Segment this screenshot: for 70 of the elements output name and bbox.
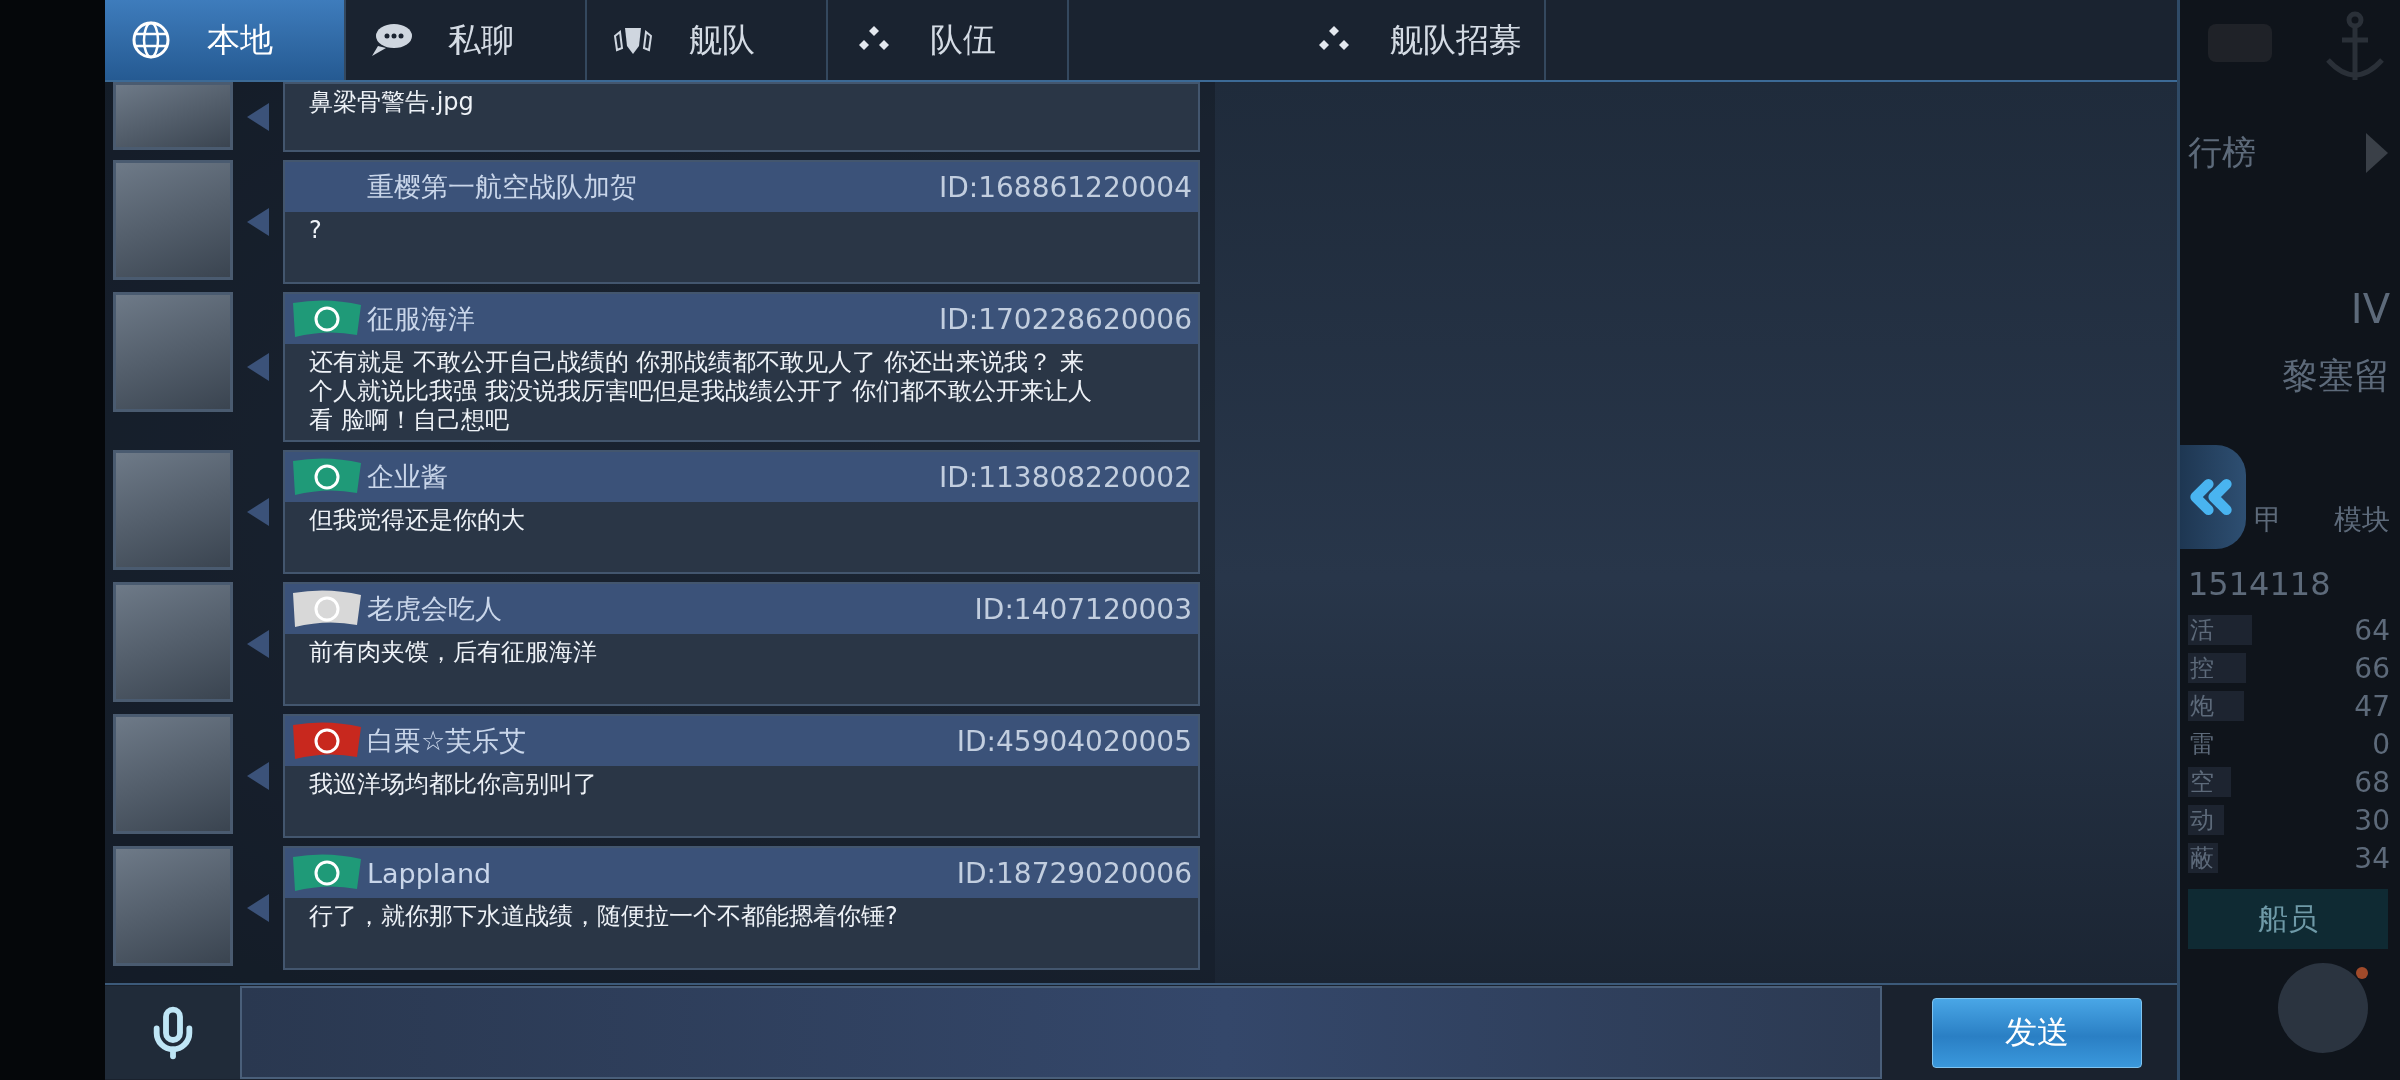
sender-id: ID:18729020006	[956, 856, 1192, 890]
message-text: 还有就是 不敢公开自己战绩的 你那战绩都不敢见人了 你还出来说我？ 来个人就说比我强 我没说我厉害吧但是我战绩公开了 你们都不敢公开来让人看 脸啊！自己想吧	[308, 347, 1094, 436]
stat-label: 动	[2190, 805, 2214, 835]
sender-name[interactable]: 重樱第一航空战队加贺	[367, 169, 637, 205]
sender-name[interactable]: Lappland	[367, 857, 492, 889]
stat-value: 34	[2353, 841, 2390, 875]
stat-value: 30	[2353, 803, 2390, 837]
avatar-placeholder[interactable]	[113, 714, 233, 835]
stat-value: 68	[2353, 765, 2390, 799]
flag-badge-icon	[291, 721, 363, 762]
flag-badge-icon	[291, 853, 363, 894]
message-text: 行了，就你那下水道战绩，随便拉一个不都能摁着你锤?	[308, 901, 899, 933]
stat-value: 47	[2353, 689, 2390, 723]
sender-name[interactable]: 征服海洋	[367, 301, 475, 337]
message-input[interactable]	[240, 986, 1882, 1079]
avatar-placeholder[interactable]	[113, 450, 233, 571]
crew-button[interactable]: 船员	[2188, 889, 2388, 949]
module-label: 模块	[2334, 502, 2390, 538]
stat-label: 空	[2190, 767, 2214, 797]
chat-tab[interactable]: 本地	[105, 0, 346, 80]
power-value: 1514118	[2188, 565, 2332, 603]
stat-label: 雷	[2190, 729, 2214, 759]
message-text: ?	[308, 215, 323, 246]
stat-value: 64	[2353, 613, 2390, 647]
chat-tab[interactable]: 舰队招募	[1069, 0, 1546, 80]
avatar-placeholder[interactable]	[113, 582, 233, 703]
pointer-icon	[247, 353, 269, 382]
flag-badge-icon	[291, 299, 363, 339]
sender-id: ID:1407120003	[974, 592, 1192, 626]
avatar-placeholder[interactable]	[113, 846, 233, 967]
chat-tab[interactable]: 私聊	[346, 0, 587, 80]
armor-label: 甲	[2254, 502, 2282, 538]
stat-label: 炮	[2190, 691, 2214, 721]
flag-badge-icon	[291, 457, 363, 498]
message-text: 我巡洋场均都比你高别叫了	[308, 769, 598, 801]
sender-name[interactable]: 老虎会吃人	[367, 591, 502, 628]
stat-label: 活	[2190, 615, 2214, 645]
sender-id: ID:170228620006	[938, 302, 1192, 336]
sender-id: ID:168861220004	[938, 170, 1192, 204]
pointer-icon	[247, 498, 269, 527]
sender-name[interactable]: 白栗☆芙乐艾	[367, 723, 527, 760]
message-text: 鼻梁骨警告.jpg	[308, 87, 475, 118]
sender-id: ID:113808220002	[938, 460, 1192, 494]
chat-tab[interactable]: 舰队	[587, 0, 828, 80]
ship-name: 黎塞留	[2282, 354, 2390, 398]
sender-id: ID:45904020005	[956, 724, 1192, 758]
collapse-button[interactable]	[2180, 445, 2246, 549]
avatar-placeholder[interactable]	[113, 82, 233, 150]
microphone-button[interactable]	[105, 986, 240, 1079]
stat-value: 0	[2371, 727, 2390, 761]
arrow-right-icon[interactable]	[2364, 131, 2390, 175]
pointer-icon	[247, 894, 269, 923]
send-button[interactable]: 发送	[1932, 997, 2142, 1068]
notification-dot	[2356, 967, 2368, 979]
message-text: 前有肉夹馍，后有征服海洋	[308, 637, 598, 669]
stat-value: 66	[2353, 651, 2390, 685]
pointer-icon	[247, 103, 269, 131]
avatar-placeholder[interactable]	[113, 292, 233, 412]
flag-badge-icon	[291, 589, 363, 630]
pointer-icon	[247, 630, 269, 659]
stat-label: 控	[2190, 653, 2214, 683]
message-text: 但我觉得还是你的大	[308, 505, 526, 537]
chat-tab[interactable]: 队伍	[828, 0, 1069, 80]
sender-name[interactable]: 企业酱	[367, 459, 448, 496]
stat-label: 蔽	[2190, 843, 2214, 873]
pointer-icon	[247, 208, 269, 236]
pointer-icon	[247, 762, 269, 791]
ranking-label: 行榜	[2188, 131, 2256, 174]
tier-label: IV	[2350, 286, 2390, 332]
avatar-placeholder[interactable]	[113, 160, 233, 280]
